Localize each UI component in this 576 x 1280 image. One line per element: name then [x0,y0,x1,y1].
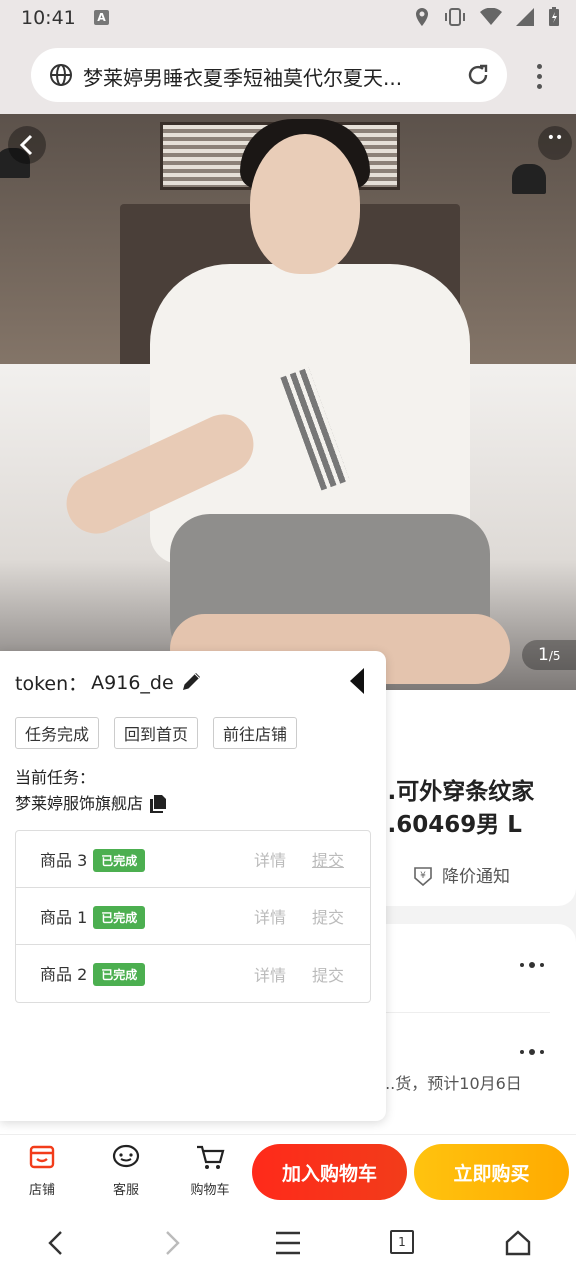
location-icon [416,8,428,26]
bottom-action-bar: 店铺 客服 购物车 加入购物车 立即购买 [0,1134,576,1206]
store-name: 梦莱婷服饰旗舰店 [15,794,144,813]
globe-icon [50,64,72,86]
store-label: 店铺 [28,1183,55,1198]
go-store-button[interactable]: 前往店铺 [213,717,298,749]
item-name: 商品 2 [40,965,88,984]
browser-toolbar: 梦莱婷男睡衣夏季短袖莫代尔夏天... [0,36,576,114]
task-panel: token： A916_de 任务完成 回到首页 前往店铺 当前任务： 梦莱婷服… [0,651,386,1121]
add-to-cart-button[interactable]: 加入购物车 [252,1144,407,1200]
store-tab[interactable]: 店铺 [17,1143,67,1198]
panel-actions: 任务完成 回到首页 前往店铺 [15,717,298,749]
copy-icon[interactable] [149,794,167,814]
chevron-left-icon [19,134,33,156]
reload-icon[interactable] [465,62,491,88]
back-button[interactable] [8,126,46,164]
submit-link[interactable]: 提交 [286,831,370,888]
collapse-triangle-icon[interactable] [348,667,366,695]
cart-tab[interactable]: 购物车 [185,1143,235,1198]
status-bar: 10:41 A [0,0,576,36]
task-done-button[interactable]: 任务完成 [15,717,100,749]
detail-link[interactable]: 详情 [230,888,286,945]
product-image[interactable]: •• 1/5 [0,114,576,690]
current-task-label: 当前任务： [15,768,96,787]
edit-pencil-icon[interactable] [180,669,204,693]
page-title: 梦莱婷男睡衣夏季短袖莫代尔夏天... [83,66,403,90]
browser-nav-bar: 1 [0,1206,576,1280]
address-bar[interactable]: 梦莱婷男睡衣夏季短袖莫代尔夏天... [31,48,507,102]
status-badge: 已完成 [93,905,146,929]
token-value: A916_de [91,671,174,694]
item-name: 商品 3 [40,850,88,870]
detail-link[interactable]: 详情 [230,945,286,1002]
browser-menu-icon[interactable] [537,64,542,89]
current-task: 当前任务： 梦莱婷服饰旗舰店 [15,765,167,817]
battery-icon [549,7,559,26]
cart-icon [197,1145,225,1169]
notification-a-icon: A [94,10,109,25]
go-home-button[interactable]: 回到首页 [114,717,199,749]
table-row: 商品 1 已完成 详情 提交 [16,888,370,945]
svg-text:¥: ¥ [420,871,426,881]
detail-link[interactable]: 详情 [230,831,286,888]
table-row: 商品 3 已完成 详情 提交 [16,831,370,888]
vibrate-icon [445,8,465,26]
store-icon [29,1145,55,1169]
tabs-button[interactable]: 1 [390,1230,414,1254]
more-dots-icon[interactable] [520,1049,544,1055]
chat-face-icon [112,1144,140,1168]
more-dots-icon[interactable] [520,962,544,968]
submit-link[interactable]: 提交 [286,945,370,1002]
status-badge: 已完成 [93,963,146,986]
price-alert-icon: ¥ [414,866,432,886]
shipping-info: ...货，预计10月6日 [380,1074,522,1093]
forward-icon[interactable] [160,1228,184,1258]
table-row: 商品 2 已完成 详情 提交 [16,945,370,1002]
submit-link[interactable]: 提交 [286,888,370,945]
product-title: ...可外穿条纹家 ...60469男 L [370,779,535,838]
item-name: 商品 1 [40,907,88,927]
token-row: token： A916_de [15,669,174,696]
image-counter: 1/5 [522,640,576,670]
task-items-table: 商品 3 已完成 详情 提交 商品 1 已完成 详情 提交 商品 2 已完成 详情 提… [15,830,371,1003]
service-tab[interactable]: 客服 [101,1143,151,1198]
status-badge: 已完成 [93,848,146,872]
more-button[interactable]: •• [538,126,572,160]
cart-label: 购物车 [190,1183,230,1198]
menu-icon[interactable] [274,1228,302,1258]
wifi-icon [480,8,502,25]
home-icon[interactable] [504,1228,532,1258]
price-alert-button[interactable]: ¥ 降价通知 [412,862,510,887]
token-label: token： [15,673,88,695]
buy-now-button[interactable]: 立即购买 [414,1144,569,1200]
signal-icon [516,8,534,26]
service-label: 客服 [112,1183,139,1198]
status-time: 10:41 [21,7,76,29]
back-icon[interactable] [44,1228,68,1258]
